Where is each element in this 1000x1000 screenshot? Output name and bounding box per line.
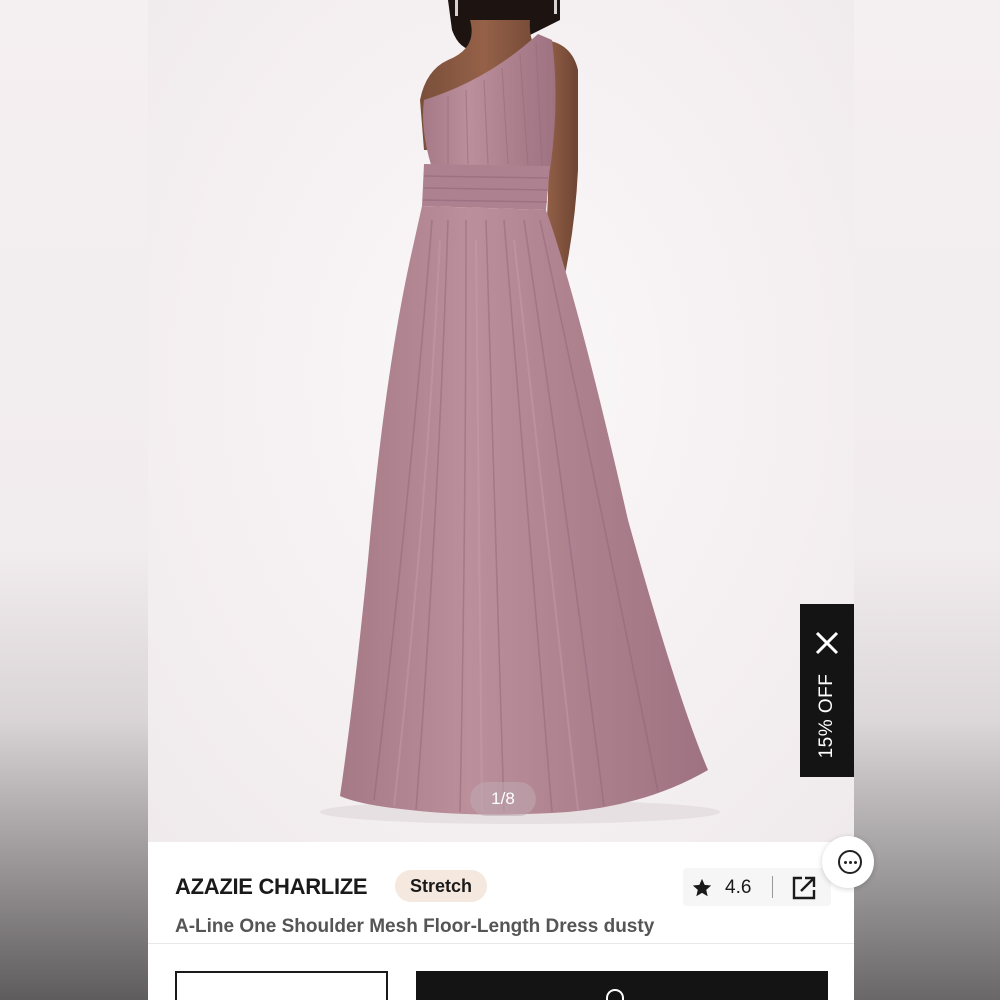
product-description: A-Line One Shoulder Mesh Floor-Length Dr… — [175, 916, 655, 937]
blurred-background-right — [854, 0, 1000, 1000]
add-to-bag-button[interactable] — [416, 971, 828, 1000]
product-screen: 1/8 AZAZIE CHARLIZE Stretch 4.6 A-Line O… — [148, 0, 854, 1000]
stretch-badge: Stretch — [395, 870, 488, 902]
share-external-icon[interactable] — [790, 874, 818, 902]
rating-value: 4.6 — [725, 877, 752, 898]
chat-icon — [838, 850, 862, 874]
discount-label: 15% OFF — [816, 673, 837, 759]
blurred-background-left — [0, 0, 148, 1000]
secondary-action-button[interactable] — [175, 971, 388, 1000]
rating-share-box: 4.6 — [683, 868, 831, 906]
chat-dot — [854, 861, 857, 864]
bag-icon — [606, 989, 624, 1000]
close-icon[interactable] — [812, 628, 842, 658]
rating-divider — [772, 876, 773, 898]
chat-dot — [849, 861, 852, 864]
chat-button[interactable] — [822, 836, 874, 888]
product-brand-title: AZAZIE CHARLIZE — [175, 874, 368, 899]
chat-dot — [844, 861, 847, 864]
discount-promo-tab[interactable]: 15% OFF — [800, 604, 854, 777]
model-illustration — [320, 0, 720, 824]
product-info-panel: AZAZIE CHARLIZE Stretch 4.6 A-Line One S… — [148, 842, 854, 1000]
image-counter: 1/8 — [470, 782, 536, 816]
product-image[interactable]: 1/8 — [148, 0, 854, 842]
star-icon — [692, 878, 712, 897]
section-divider — [148, 943, 854, 944]
